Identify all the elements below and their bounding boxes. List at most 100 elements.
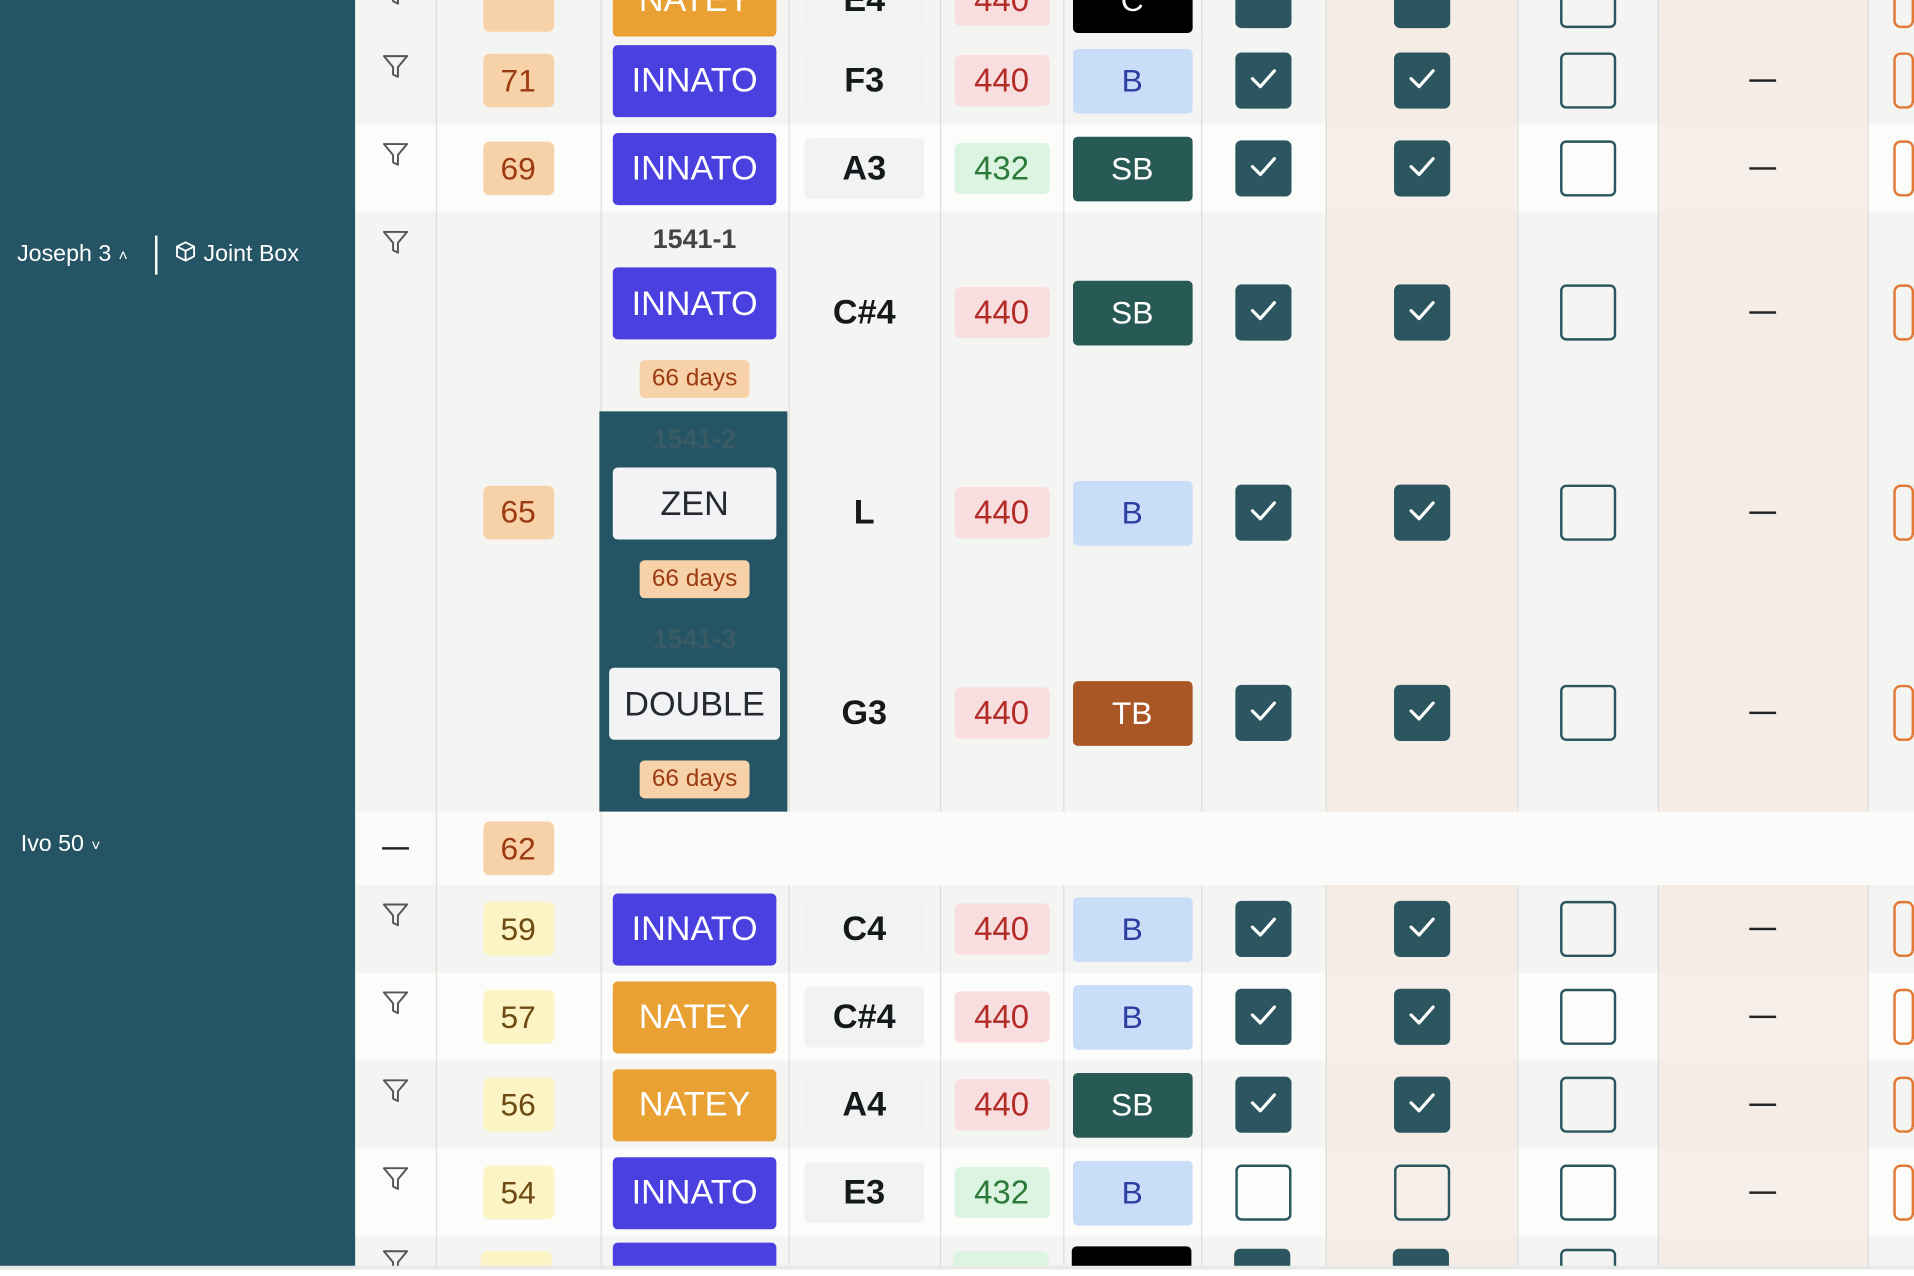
check2-checkbox[interactable]	[1393, 684, 1450, 741]
check2-checkbox[interactable]	[1393, 140, 1450, 197]
model-badge[interactable]: NATEY	[612, 980, 777, 1053]
check3-checkbox[interactable]	[1559, 284, 1616, 341]
edge-checkbox[interactable]	[1893, 484, 1914, 541]
case-badge[interactable]: TB	[1072, 680, 1193, 746]
check2-checkbox[interactable]	[1393, 900, 1450, 958]
table-row[interactable]: 56 NATEY A4 440 SB	[355, 1060, 1914, 1149]
check1-checkbox[interactable]	[1235, 284, 1292, 341]
filter-icon[interactable]	[382, 1249, 409, 1266]
hz-badge: 440	[953, 991, 1050, 1043]
edge-checkbox[interactable]	[1893, 1076, 1914, 1133]
hz-badge: 432	[953, 1166, 1050, 1219]
case-badge[interactable]: C	[1072, 0, 1193, 33]
edge-checkbox[interactable]	[1893, 284, 1914, 341]
order-group[interactable]: 65 1541-1 INNATO 66 days C#4 440 SB 1541-2 ZEN 66…	[355, 212, 1914, 813]
check3-checkbox[interactable]	[1559, 484, 1616, 541]
group-header-joseph[interactable]: Joseph 3 ˄ Joint Box	[17, 235, 299, 275]
check3-checkbox[interactable]	[1559, 900, 1616, 958]
check3-checkbox[interactable]	[1559, 988, 1616, 1045]
box-label[interactable]: Joint Box	[204, 242, 299, 269]
check2-checkbox[interactable]	[1393, 0, 1450, 29]
order-number[interactable]: 69	[482, 141, 554, 196]
case-badge[interactable]: B	[1072, 896, 1193, 962]
check3-checkbox[interactable]	[1559, 684, 1616, 741]
filter-cell	[355, 812, 436, 885]
model-badge[interactable]: NATEY	[612, 1068, 777, 1141]
case-badge[interactable]: B	[1072, 1160, 1193, 1225]
order-number[interactable]: 59	[482, 902, 554, 956]
case-badge[interactable]: SB	[1072, 1072, 1193, 1138]
empty-dash	[1749, 1103, 1777, 1106]
edge-checkbox[interactable]	[1893, 900, 1914, 958]
check2-checkbox[interactable]	[1393, 52, 1450, 109]
check3-checkbox[interactable]	[1559, 140, 1616, 197]
edge-checkbox[interactable]	[1893, 140, 1914, 197]
model-badge[interactable]: INNATO	[612, 1156, 777, 1229]
model-badge[interactable]: INNATO	[612, 132, 777, 205]
edge-cell	[1868, 37, 1914, 125]
order-number[interactable]: 54	[482, 1165, 554, 1220]
edge-checkbox[interactable]	[1893, 988, 1914, 1045]
group-number[interactable]: 62	[482, 821, 554, 876]
filter-icon[interactable]	[382, 142, 409, 175]
note-value: E3	[804, 1162, 925, 1224]
check1-checkbox[interactable]	[1235, 52, 1292, 109]
model-badge[interactable]: INNATO	[612, 44, 777, 117]
case-badge[interactable]: SB	[1072, 136, 1193, 201]
check1-checkbox[interactable]	[1235, 0, 1292, 29]
filter-cell	[355, 885, 436, 973]
table-row[interactable]: 71 INNATO F3 440 B	[355, 36, 1914, 125]
filter-icon[interactable]	[382, 990, 409, 1023]
check1-checkbox[interactable]	[1235, 140, 1292, 197]
check3-checkbox[interactable]	[1559, 0, 1616, 29]
check1-checkbox[interactable]	[1235, 484, 1292, 541]
case-badge[interactable]: SB	[1072, 280, 1193, 345]
edge-cell	[1868, 613, 1914, 813]
filter-icon[interactable]	[382, 0, 409, 13]
model-badge	[612, 1242, 777, 1266]
table-row[interactable]: 69 INNATO A3 432 SB	[355, 124, 1914, 213]
check3-checkbox[interactable]	[1559, 1164, 1616, 1221]
edge-checkbox[interactable]	[1893, 52, 1914, 109]
edge-checkbox[interactable]	[1893, 0, 1914, 29]
check2-checkbox[interactable]	[1393, 284, 1450, 341]
hz-cell: 432	[940, 125, 1063, 213]
case-badge[interactable]: B	[1072, 984, 1193, 1050]
check2-checkbox[interactable]	[1393, 988, 1450, 1045]
check2-checkbox[interactable]	[1393, 1076, 1450, 1133]
model-badge[interactable]: INNATO	[612, 892, 777, 965]
order-number[interactable]: 57	[482, 989, 554, 1044]
table-row[interactable]: 73 NATEY E4 440 C	[355, 0, 1914, 37]
check3-checkbox[interactable]	[1559, 1076, 1616, 1133]
order-number[interactable]: 73	[482, 0, 554, 32]
table-row[interactable]	[355, 1236, 1914, 1266]
col-shade	[1657, 1236, 1868, 1266]
group-header-ivo[interactable]: Ivo 50 ˅	[21, 831, 101, 858]
check-icon	[1407, 495, 1436, 530]
check1-checkbox[interactable]	[1235, 988, 1292, 1045]
table-row[interactable]: 57 NATEY C#4 440 B	[355, 972, 1914, 1061]
filter-icon[interactable]	[382, 1166, 409, 1199]
order-number[interactable]: 71	[482, 53, 554, 108]
check2-checkbox[interactable]	[1393, 1164, 1450, 1221]
edge-checkbox[interactable]	[1893, 684, 1914, 741]
check3-checkbox[interactable]	[1559, 52, 1616, 109]
order-number[interactable]: 56	[482, 1077, 554, 1132]
check1-checkbox[interactable]	[1235, 1076, 1292, 1133]
check1-checkbox[interactable]	[1235, 900, 1292, 958]
empty-dash	[1749, 1191, 1777, 1194]
case-badge[interactable]: B	[1072, 480, 1193, 546]
check1-checkbox[interactable]	[1235, 1164, 1292, 1221]
filter-icon[interactable]	[382, 54, 409, 87]
note-cell: E4	[789, 0, 940, 37]
filter-icon[interactable]	[382, 902, 409, 935]
check2-checkbox[interactable]	[1393, 484, 1450, 541]
table-row[interactable]: 54 INNATO E3 432 B	[355, 1148, 1914, 1237]
check1-checkbox[interactable]	[1235, 684, 1292, 741]
edge-checkbox[interactable]	[1893, 1164, 1914, 1221]
model-badge[interactable]: NATEY	[612, 0, 777, 37]
case-badge[interactable]: B	[1072, 48, 1193, 113]
filter-icon[interactable]	[382, 1078, 409, 1111]
note-cell: G3	[789, 613, 940, 813]
table-row[interactable]: 59 INNATO C4 440 B	[355, 885, 1914, 973]
